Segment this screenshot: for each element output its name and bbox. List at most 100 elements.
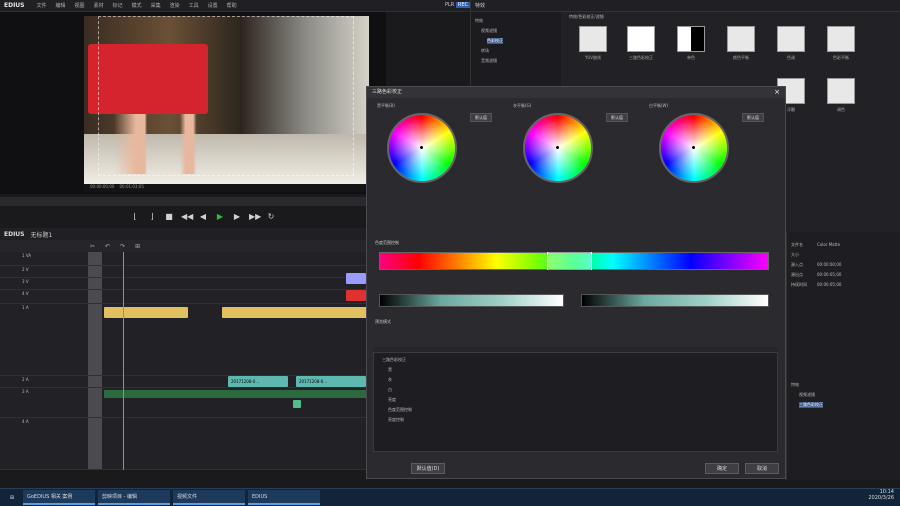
- menu-item[interactable]: 帮助: [227, 2, 237, 9]
- cancel-button[interactable]: 取消: [745, 463, 779, 474]
- info-tree[interactable]: 视频滤镜: [799, 392, 815, 398]
- kf-row[interactable]: 黑: [388, 367, 392, 373]
- effect-thumb[interactable]: [827, 78, 855, 104]
- kf-row[interactable]: 三路色彩校正: [382, 357, 406, 363]
- cut-icon[interactable]: ✂: [90, 243, 95, 250]
- ok-button[interactable]: 确定: [705, 463, 739, 474]
- close-icon[interactable]: ×: [774, 88, 780, 96]
- taskbar-app[interactable]: 视频文件: [173, 490, 245, 505]
- menu-item[interactable]: 工具: [189, 2, 199, 9]
- effect-thumb[interactable]: [777, 26, 805, 52]
- track-row[interactable]: 4 V: [0, 290, 368, 304]
- loop-icon[interactable]: ↻: [266, 212, 276, 222]
- effects-path: 特效/色彩校正/滤镜: [569, 14, 604, 19]
- taskbar-app[interactable]: 剪映项目 - 编辑: [98, 490, 170, 505]
- video-clip[interactable]: [104, 307, 188, 318]
- mark-out-icon[interactable]: ⌋: [147, 212, 157, 222]
- track-header[interactable]: [88, 304, 102, 375]
- step-forward-icon[interactable]: ▶: [232, 212, 242, 222]
- default-button[interactable]: 默认值: [742, 113, 764, 122]
- audio-clip[interactable]: 20171208-0...: [228, 376, 288, 387]
- title-clip[interactable]: [346, 273, 366, 284]
- kf-row[interactable]: 亮度: [388, 397, 396, 403]
- tree-item[interactable]: 音频滤镜: [481, 58, 497, 64]
- redo-icon[interactable]: ↷: [120, 243, 125, 250]
- stop-icon[interactable]: ■: [164, 212, 174, 222]
- effect-label: 色彩平衡: [833, 55, 849, 60]
- menu-item[interactable]: 素材: [94, 2, 104, 9]
- step-back-icon[interactable]: ◀: [198, 212, 208, 222]
- track-header[interactable]: [88, 418, 102, 469]
- track-row[interactable]: 1 VA: [0, 252, 368, 266]
- track-row[interactable]: 2 V: [0, 266, 368, 278]
- kf-row[interactable]: 白: [388, 387, 392, 393]
- fast-forward-icon[interactable]: ▶▶: [249, 212, 261, 222]
- default-button[interactable]: 默认值: [470, 113, 492, 122]
- taskbar-app[interactable]: GoEDIUS 相关 案例: [23, 490, 95, 505]
- effect-thumb[interactable]: [727, 26, 755, 52]
- clock-date[interactable]: 2020/3/26: [868, 495, 894, 501]
- taskbar-app[interactable]: EDIUS: [248, 490, 320, 505]
- rec-badge[interactable]: REC: [455, 2, 470, 8]
- wheel-center-dot[interactable]: [692, 146, 695, 149]
- playhead[interactable]: [123, 252, 124, 470]
- track-header[interactable]: [88, 252, 102, 265]
- track-header[interactable]: [88, 266, 102, 277]
- video-clip[interactable]: [222, 307, 368, 318]
- track-name: 2 V: [22, 267, 29, 272]
- rewind-icon[interactable]: ◀◀: [181, 212, 193, 222]
- effect-thumb[interactable]: [827, 26, 855, 52]
- tree-item[interactable]: 视频滤镜: [481, 28, 497, 34]
- menu-item[interactable]: 标记: [113, 2, 123, 9]
- effect-thumb[interactable]: [579, 26, 607, 52]
- track-name: 2 A: [22, 377, 29, 382]
- wheel-center-dot[interactable]: [420, 146, 423, 149]
- audio-waveform[interactable]: [104, 390, 368, 398]
- menu-item[interactable]: 文件: [37, 2, 47, 9]
- info-value: 00:00:05;00: [817, 272, 842, 277]
- kf-row[interactable]: 亮度控制: [388, 417, 404, 423]
- sequence-name[interactable]: 无标题1: [31, 230, 53, 239]
- wheel-center-dot[interactable]: [556, 146, 559, 149]
- saturation-gradient[interactable]: [379, 294, 564, 307]
- track-header[interactable]: [88, 388, 102, 417]
- keyframe-marker[interactable]: [293, 400, 301, 408]
- hue-range-label: 色度范围控制: [375, 240, 399, 245]
- track-row[interactable]: 4 A: [0, 418, 368, 470]
- effect-thumb-selected[interactable]: [627, 26, 655, 52]
- track-header[interactable]: [88, 278, 102, 289]
- track-row[interactable]: 3 V: [0, 278, 368, 290]
- effect-label: 三路色彩校正: [629, 55, 653, 60]
- track-header[interactable]: [88, 376, 102, 387]
- effect-thumb[interactable]: [677, 26, 705, 52]
- color-clip[interactable]: [346, 290, 366, 301]
- scrub-bar[interactable]: [0, 197, 366, 206]
- play-icon[interactable]: ▶: [215, 212, 225, 222]
- reset-button[interactable]: 默认值(D): [411, 463, 445, 474]
- track-header[interactable]: [88, 290, 102, 303]
- snap-icon[interactable]: ⊞: [135, 243, 140, 250]
- menu-item[interactable]: 编辑: [56, 2, 66, 9]
- undo-icon[interactable]: ↶: [105, 243, 110, 250]
- hue-selection[interactable]: [547, 252, 592, 270]
- menu-item[interactable]: 渲染: [170, 2, 180, 9]
- mark-in-icon[interactable]: ⌊: [130, 212, 140, 222]
- audio-clip[interactable]: 20171208-0...: [296, 376, 366, 387]
- tree-item[interactable]: 转场: [481, 48, 489, 54]
- menu-item[interactable]: 模式: [132, 2, 142, 9]
- info-tree-selected[interactable]: 三路色彩校正: [799, 402, 823, 408]
- menu-item[interactable]: 设置: [208, 2, 218, 9]
- tree-item[interactable]: 特效: [475, 18, 483, 24]
- kf-row[interactable]: 灰: [388, 377, 392, 383]
- menu-item[interactable]: 采集: [151, 2, 161, 9]
- windows-start-icon[interactable]: ⊞: [4, 490, 20, 505]
- menu-item[interactable]: 视图: [75, 2, 85, 9]
- default-button[interactable]: 默认值: [606, 113, 628, 122]
- tree-item-selected[interactable]: 色彩校正: [487, 38, 503, 44]
- effects-header: 特效: [471, 0, 900, 12]
- luminance-gradient[interactable]: [581, 294, 769, 307]
- kf-row[interactable]: 色度范围控制: [388, 407, 412, 413]
- plr-label[interactable]: PLR: [445, 2, 454, 8]
- effect-label: YUV曲线: [584, 55, 602, 60]
- player-mode: PLR REC: [380, 2, 470, 8]
